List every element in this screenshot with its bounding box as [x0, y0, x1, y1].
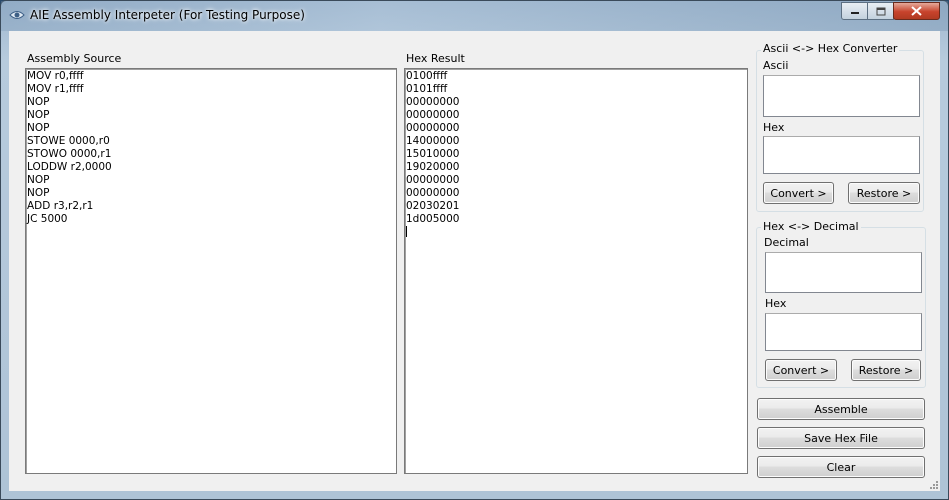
app-eye-icon [9, 8, 25, 22]
minimize-button[interactable] [841, 2, 868, 20]
hex-line: 0101ffff [406, 83, 448, 95]
assembly-source-textarea[interactable]: MOV r0,ffff MOV r1,ffff NOP NOP NOP STOW… [25, 68, 397, 474]
source-line: NOP [27, 122, 50, 134]
hex-line: 00000000 [406, 187, 460, 199]
source-line: STOWE 0000,r0 [27, 135, 110, 147]
source-line: LODDW r2,0000 [27, 161, 112, 173]
source-line: MOV r0,ffff [27, 70, 84, 82]
ascii-restore-button[interactable]: Restore > [848, 182, 920, 204]
hex-line: 0100ffff [406, 70, 448, 82]
hex-result-textarea[interactable]: 0100ffff 0101ffff 00000000 00000000 0000… [404, 68, 748, 474]
maximize-icon [876, 7, 885, 15]
assemble-button[interactable]: Assemble [757, 398, 925, 420]
hex-line: 14000000 [406, 135, 460, 147]
ascii-label: Ascii [763, 59, 789, 72]
clear-button[interactable]: Clear [757, 456, 925, 478]
decimal-restore-button[interactable]: Restore > [851, 359, 921, 381]
title-bar[interactable]: AIE Assembly Interpeter (For Testing Pur… [1, 1, 948, 31]
ascii-hex-input[interactable] [763, 136, 920, 174]
maximize-button[interactable] [867, 2, 894, 20]
hex-decimal-group-title: Hex <-> Decimal [761, 220, 861, 233]
decimal-convert-button[interactable]: Convert > [765, 359, 837, 381]
minimize-icon [850, 12, 859, 14]
hex-result-label: Hex Result [406, 52, 465, 65]
client-area: Assembly Source MOV r0,ffff MOV r1,ffff … [9, 31, 940, 491]
hex-line: 1d005000 [406, 213, 460, 225]
hex-line: 15010000 [406, 148, 460, 160]
hex-line: 00000000 [406, 109, 460, 121]
hex-line: 00000000 [406, 96, 460, 108]
caret-mark [406, 226, 407, 237]
resize-grip-icon[interactable] [928, 479, 938, 489]
close-icon [911, 6, 922, 16]
decimal-hex-label: Hex [765, 297, 787, 310]
decimal-hex-input[interactable] [765, 313, 922, 351]
source-line: NOP [27, 96, 50, 108]
hex-line: 02030201 [406, 200, 460, 212]
decimal-input[interactable] [765, 252, 922, 293]
source-line: JC 5000 [27, 213, 68, 225]
text-caret [406, 226, 746, 239]
source-line: NOP [27, 109, 50, 121]
source-line: NOP [27, 187, 50, 199]
source-line: ADD r3,r2,r1 [27, 200, 94, 212]
hex-line: 19020000 [406, 161, 460, 173]
source-line: MOV r1,ffff [27, 83, 84, 95]
ascii-hex-group-title: Ascii <-> Hex Converter [761, 42, 900, 55]
assembly-source-label: Assembly Source [27, 52, 122, 65]
decimal-label: Decimal [764, 236, 809, 249]
ascii-input[interactable] [763, 75, 920, 117]
main-window: AIE Assembly Interpeter (For Testing Pur… [0, 0, 949, 500]
window-title: AIE Assembly Interpeter (For Testing Pur… [30, 8, 305, 22]
ascii-hex-label: Hex [763, 121, 785, 134]
close-button[interactable] [893, 2, 940, 20]
ascii-convert-button[interactable]: Convert > [763, 182, 834, 204]
hex-line: 00000000 [406, 122, 460, 134]
source-line: NOP [27, 174, 50, 186]
save-hex-file-button[interactable]: Save Hex File [757, 427, 925, 449]
source-line: STOWO 0000,r1 [27, 148, 112, 160]
hex-line: 00000000 [406, 174, 460, 186]
